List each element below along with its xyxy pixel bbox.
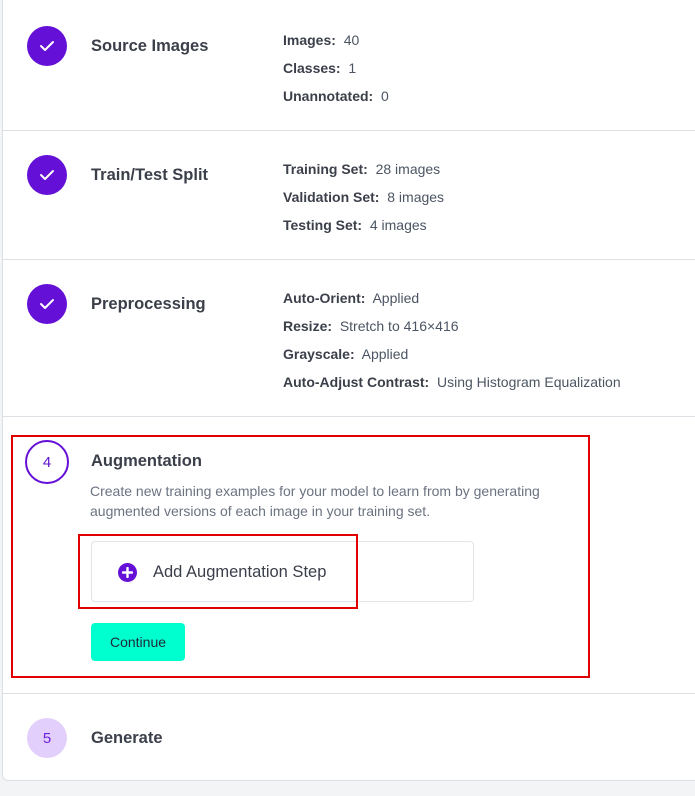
step-title-train-test-split[interactable]: Train/Test Split: [91, 166, 208, 185]
step-complete-check-icon: [27, 26, 67, 66]
detail-resize: Resize: Stretch to 416×416: [283, 318, 459, 334]
step-title-generate: Generate: [91, 729, 163, 747]
step-complete-check-icon: [27, 284, 67, 324]
detail-testing-set: Testing Set: 4 images: [283, 217, 427, 233]
divider: [3, 416, 695, 417]
detail-unannotated: Unannotated: 0: [283, 88, 389, 104]
version-steps-panel: [2, 0, 695, 781]
continue-button[interactable]: Continue: [91, 623, 185, 661]
step-title-augmentation: Augmentation: [91, 452, 202, 470]
step-title-preprocessing[interactable]: Preprocessing: [91, 295, 206, 314]
detail-auto-orient: Auto-Orient: Applied: [283, 290, 420, 306]
detail-training-set: Training Set: 28 images: [283, 161, 441, 177]
step-number-augmentation: 4: [25, 440, 69, 484]
add-augmentation-step-button[interactable]: Add Augmentation Step: [118, 563, 326, 582]
add-augmentation-step-label: Add Augmentation Step: [153, 563, 327, 581]
divider: [3, 259, 695, 260]
plus-circle-icon: [118, 563, 137, 582]
detail-auto-adjust-contrast: Auto-Adjust Contrast: Using Histogram Eq…: [283, 374, 621, 390]
divider: [3, 693, 695, 694]
step-complete-check-icon: [27, 155, 67, 195]
detail-validation-set: Validation Set: 8 images: [283, 189, 445, 205]
step-number-generate: 5: [27, 718, 67, 758]
detail-classes: Classes: 1: [283, 60, 357, 76]
detail-grayscale: Grayscale: Applied: [283, 346, 409, 362]
step-title-source-images[interactable]: Source Images: [91, 37, 208, 56]
augmentation-description: Create new training examples for your mo…: [90, 483, 540, 519]
detail-images: Images: 40: [283, 32, 360, 48]
divider: [3, 130, 695, 131]
